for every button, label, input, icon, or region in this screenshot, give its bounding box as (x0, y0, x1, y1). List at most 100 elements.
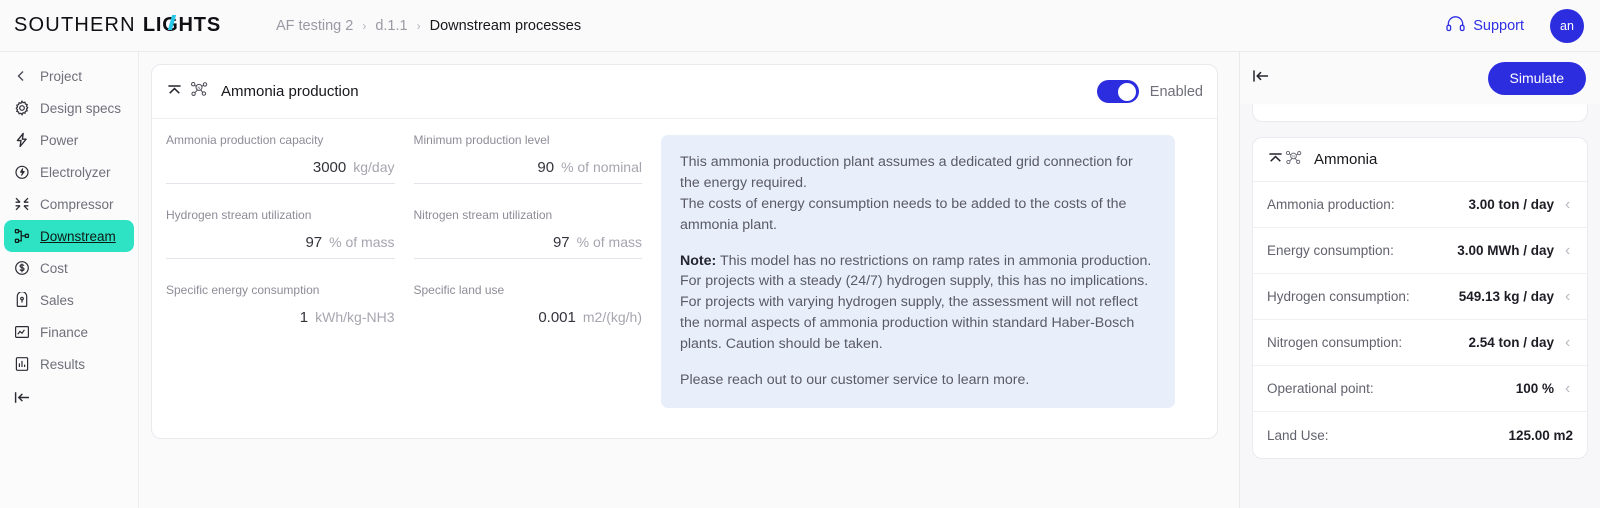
summary-row-key: Nitrogen consumption: (1267, 335, 1403, 350)
summary-row-nitrogen-consumption[interactable]: Nitrogen consumption: 2.54 ton / day ‹ (1253, 320, 1587, 366)
info-note-body: This model has no restrictions on ramp r… (680, 252, 1152, 353)
headset-icon (1446, 15, 1473, 36)
sidebar-item-label: Results (40, 356, 86, 372)
ammonia-molecule-icon: N (1284, 148, 1303, 172)
sidebar-item-label: Design specs (40, 100, 122, 116)
enabled-toggle[interactable]: Enabled (1096, 80, 1203, 103)
field-label: Specific energy consumption (166, 283, 320, 297)
summary-row-value: 2.54 ton / day (1468, 335, 1554, 350)
sidebar-item-design-specs[interactable]: Design specs (4, 92, 134, 124)
field-label: Nitrogen stream utilization (413, 208, 553, 222)
bolt-icon (14, 132, 36, 148)
field-value[interactable]: 90 (537, 159, 554, 176)
results-panel: Simulate N Ammonia Ammonia production: 3… (1239, 52, 1600, 508)
sidebar-item-electrolyzer[interactable]: Electrolyzer (4, 156, 134, 188)
chevron-up-icon[interactable] (166, 82, 183, 102)
field-input[interactable]: 3000 kg/day (166, 159, 395, 184)
field-label: Specific land use (413, 283, 505, 297)
summary-row-key: Ammonia production: (1267, 197, 1395, 212)
info-paragraph-1: This ammonia production plant assumes a … (680, 154, 1133, 233)
logo-word-2: LIGHTS (143, 14, 221, 37)
summary-row-key: Operational point: (1267, 381, 1374, 396)
field-unit: m2/(kg/h) (582, 309, 642, 325)
toggle-knob (1118, 82, 1137, 101)
sidebar-collapse-button[interactable] (0, 390, 138, 410)
svg-text:N: N (1292, 154, 1295, 158)
breadcrumb-separator-icon: › (416, 18, 421, 33)
field-row: Ammonia production capacity 3000 kg/day … (166, 133, 661, 208)
summary-row-value: 3.00 ton / day (1468, 197, 1554, 212)
field-label: Ammonia production capacity (166, 133, 324, 147)
summary-row-land-use[interactable]: Land Use: 125.00 m2 (1253, 412, 1587, 458)
breadcrumb-item-0[interactable]: AF testing 2 (276, 18, 353, 34)
svg-text:N: N (198, 85, 201, 90)
field-value[interactable]: 1 (300, 309, 308, 326)
info-paragraph-3: Please reach out to our customer service… (680, 371, 1030, 388)
chevron-left-icon[interactable]: ‹ (1565, 196, 1573, 214)
chevron-left-icon[interactable]: ‹ (1565, 380, 1573, 398)
sidebar-item-finance[interactable]: Finance (4, 316, 134, 348)
field-input[interactable]: 90 % of nominal (413, 159, 642, 184)
sidebar-item-label: Power (40, 132, 79, 148)
breadcrumb-item-2[interactable]: Downstream processes (430, 18, 582, 34)
field-input[interactable]: 97 % of mass (166, 234, 395, 259)
field-row: Hydrogen stream utilization 97 % of mass… (166, 208, 661, 283)
avatar[interactable]: an (1550, 8, 1584, 43)
collapse-panel-icon[interactable] (1252, 68, 1270, 89)
sidebar-item-downstream[interactable]: Downstream (4, 220, 134, 252)
field-row: Specific energy consumption 1 kWh/kg-NH3… (166, 283, 661, 357)
info-panel: This ammonia production plant assumes a … (661, 135, 1175, 408)
field-value[interactable]: 97 (553, 234, 570, 251)
summary-row-ammonia-production[interactable]: Ammonia production: 3.00 ton / day ‹ (1253, 182, 1587, 228)
field-value[interactable]: 97 (305, 234, 322, 251)
field-value[interactable]: 0.001 (538, 309, 576, 326)
field-specific-land-use: Specific land use 0.001 m2/(kg/h) (414, 283, 643, 333)
ammonia-production-card: N Ammonia production Enabled Ammonia pro… (151, 64, 1218, 439)
info-note: Note: This model has no restrictions on … (680, 251, 1156, 355)
summary-row-key: Land Use: (1267, 427, 1329, 443)
field-ammonia-production-capacity: Ammonia production capacity 3000 kg/day (166, 133, 395, 184)
toggle-switch[interactable] (1096, 80, 1139, 103)
summary-row-operational-point[interactable]: Operational point: 100 % ‹ (1253, 366, 1587, 412)
logo-word-1: SOUTHERN (14, 14, 136, 36)
breadcrumb-item-1[interactable]: d.1.1 (375, 18, 407, 34)
field-input[interactable]: 97 % of mass (413, 234, 642, 259)
summary-row-energy-consumption[interactable]: Energy consumption: 3.00 MWh / day ‹ (1253, 228, 1587, 274)
sidebar-item-label: Downstream (40, 228, 116, 244)
sidebar-item-sales[interactable]: Sales (4, 284, 134, 316)
sidebar-item-compressor[interactable]: Compressor (4, 188, 134, 220)
chevron-up-icon[interactable] (1267, 150, 1284, 170)
chevron-left-icon[interactable]: ‹ (1565, 242, 1573, 260)
app-logo[interactable]: SOUTHERN LIGHTS (14, 14, 221, 37)
dollar-circle-icon (14, 260, 36, 276)
chevron-left-icon[interactable]: ‹ (1565, 288, 1573, 306)
tag-icon (14, 292, 36, 308)
logo-word-2-text: LIGHTS (142, 14, 221, 36)
sidebar-item-label: Cost (40, 260, 68, 276)
field-value[interactable]: 3000 (313, 159, 346, 176)
results-panel-scroll[interactable]: N Ammonia Ammonia production: 3.00 ton /… (1240, 71, 1600, 459)
field-unit: kg/day (353, 159, 395, 175)
field-input[interactable]: 0.001 m2/(kg/h) (414, 309, 642, 333)
sidebar-item-cost[interactable]: Cost (4, 252, 134, 284)
sidebar-item-power[interactable]: Power (4, 124, 134, 156)
summary-row-hydrogen-consumption[interactable]: Hydrogen consumption: 549.13 kg / day ‹ (1253, 274, 1587, 320)
sidebar-item-label: Electrolyzer (40, 164, 111, 180)
summary-row-value: 125.00 m2 (1508, 427, 1573, 443)
sidebar-item-label: Sales (40, 292, 74, 308)
sidebar-item-results[interactable]: Results (4, 348, 134, 380)
simulate-button[interactable]: Simulate (1487, 61, 1586, 95)
field-specific-energy-consumption: Specific energy consumption 1 kWh/kg-NH3 (166, 283, 395, 333)
field-input[interactable]: 1 kWh/kg-NH3 (166, 309, 395, 333)
chevron-left-icon (14, 69, 36, 83)
support-button[interactable]: Support (1446, 15, 1524, 36)
sidebar-item-project[interactable]: Project (4, 60, 134, 92)
sidebar-item-label: Project (40, 68, 83, 84)
compress-icon (14, 196, 36, 212)
card-header: N Ammonia production Enabled (152, 65, 1217, 119)
parameter-fields: Ammonia production capacity 3000 kg/day … (166, 133, 661, 408)
droplet-bolt-icon (14, 164, 36, 180)
chevron-left-icon[interactable]: ‹ (1565, 334, 1573, 352)
summary-row-value: 3.00 MWh / day (1457, 243, 1554, 258)
ammonia-summary-card: N Ammonia Ammonia production: 3.00 ton /… (1252, 137, 1588, 459)
